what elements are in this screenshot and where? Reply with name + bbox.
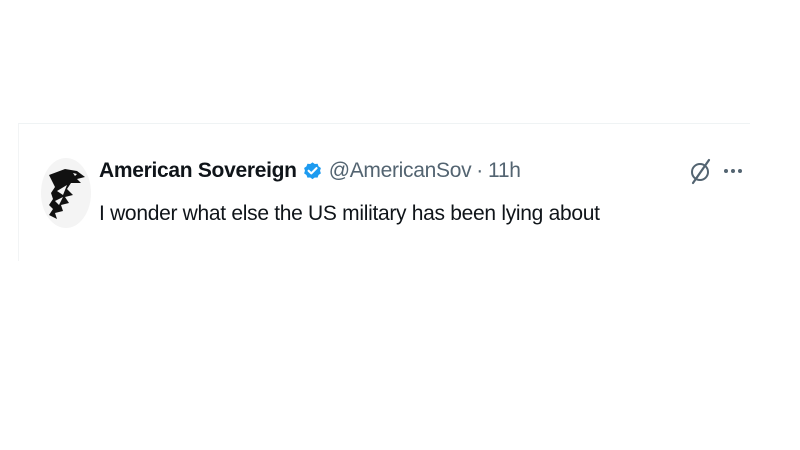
tweet-card[interactable]: American Sovereign @AmericanSov · 11h I … [18,123,750,261]
timestamp[interactable]: 11h [488,159,521,183]
eagle-logo-icon [49,169,85,219]
more-options-icon[interactable] [722,160,744,182]
avatar[interactable] [41,158,91,228]
header-separator: · [476,159,483,182]
grok-icon[interactable] [689,157,713,185]
user-handle[interactable]: @AmericanSov [329,159,472,183]
display-name[interactable]: American Sovereign [99,159,297,183]
verified-badge-icon[interactable] [302,161,323,182]
tweet-text: I wonder what else the US military has b… [99,202,600,225]
tweet-header: American Sovereign @AmericanSov · 11h [99,156,521,186]
